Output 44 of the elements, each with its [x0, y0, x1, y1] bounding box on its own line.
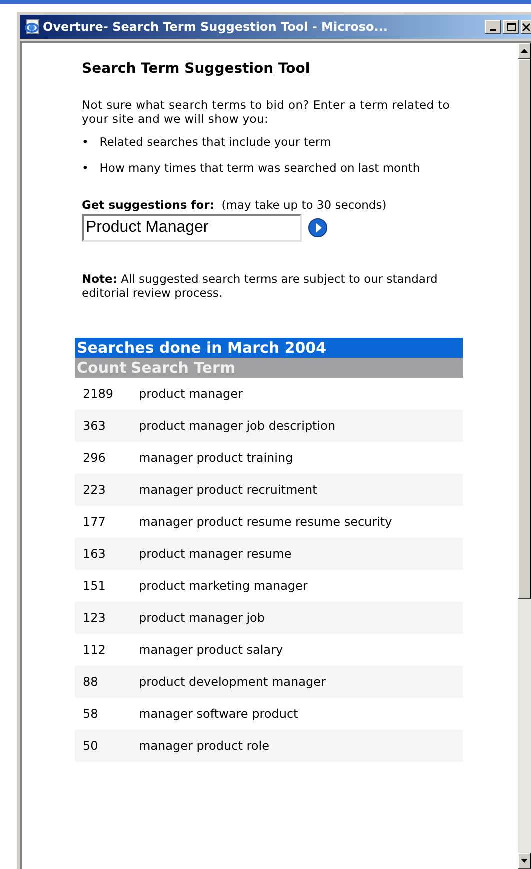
- count-cell-text: 177: [82, 514, 107, 531]
- play-icon[interactable]: [308, 218, 328, 238]
- maximize-button[interactable]: [503, 20, 519, 34]
- table-title: Searches done in March 2004: [75, 338, 463, 358]
- search-field[interactable]: Product Manager: [82, 214, 302, 242]
- term-cell-text: product manager: [139, 386, 244, 403]
- count-cell-text: 151: [82, 578, 107, 595]
- count-cell-text: 223: [82, 482, 107, 499]
- column-header: Search Term: [130, 358, 236, 378]
- term-cell-text: manager software product: [139, 706, 300, 723]
- bullet-item: • How many times that term was searched on last month: [82, 160, 422, 177]
- bullet-item: • Related searches that include your term: [82, 134, 332, 151]
- query-label: Get suggestions for: (may take up to 30 seconds): [82, 198, 388, 212]
- note-text: Note: All suggested search terms are subject to our standard editorial review process.: [82, 272, 439, 300]
- count-cell-text: 2189: [82, 386, 115, 403]
- count-cell-text: 58: [82, 706, 100, 723]
- count-cell-text: 296: [82, 450, 107, 467]
- count-cell-text: 363: [82, 418, 107, 435]
- minimize-button[interactable]: [485, 20, 501, 34]
- term-cell-text: manager product resume resume security: [139, 514, 394, 531]
- term-cell-text: manager product recruitment: [139, 482, 318, 499]
- scrollbar[interactable]: [518, 43, 531, 869]
- count-cell-text: 88: [82, 674, 100, 691]
- term-cell-text: product manager job: [139, 610, 266, 627]
- close-icon: [522, 23, 530, 31]
- column-header: Count: [77, 358, 127, 378]
- term-cell-text: product marketing manager: [139, 578, 309, 595]
- close-button[interactable]: [521, 20, 531, 34]
- scroll-up-icon[interactable]: [521, 49, 528, 53]
- term-cell-text: manager product salary: [139, 642, 284, 659]
- term-cell-text: manager product training: [139, 450, 294, 467]
- term-cell-text: product manager resume: [139, 546, 293, 563]
- window-title: Overture- Search Term Suggestion Tool - Microso...: [43, 19, 388, 36]
- count-cell-text: 163: [82, 546, 107, 563]
- browser-icon: [24, 19, 40, 35]
- page-heading: Search Term Suggestion Tool: [82, 60, 312, 79]
- count-cell-text: 50: [82, 738, 100, 755]
- count-cell-text: 112: [82, 642, 107, 659]
- count-cell-text: 123: [82, 610, 107, 627]
- term-cell-text: product development manager: [139, 674, 327, 691]
- intro-text: Not sure what search terms to bid on? Enter a term related to your site and we will show you:: [82, 98, 452, 126]
- scroll-down-icon[interactable]: [521, 859, 528, 863]
- term-cell-text: manager product role: [139, 738, 270, 755]
- term-cell-text: product manager job description: [139, 418, 337, 435]
